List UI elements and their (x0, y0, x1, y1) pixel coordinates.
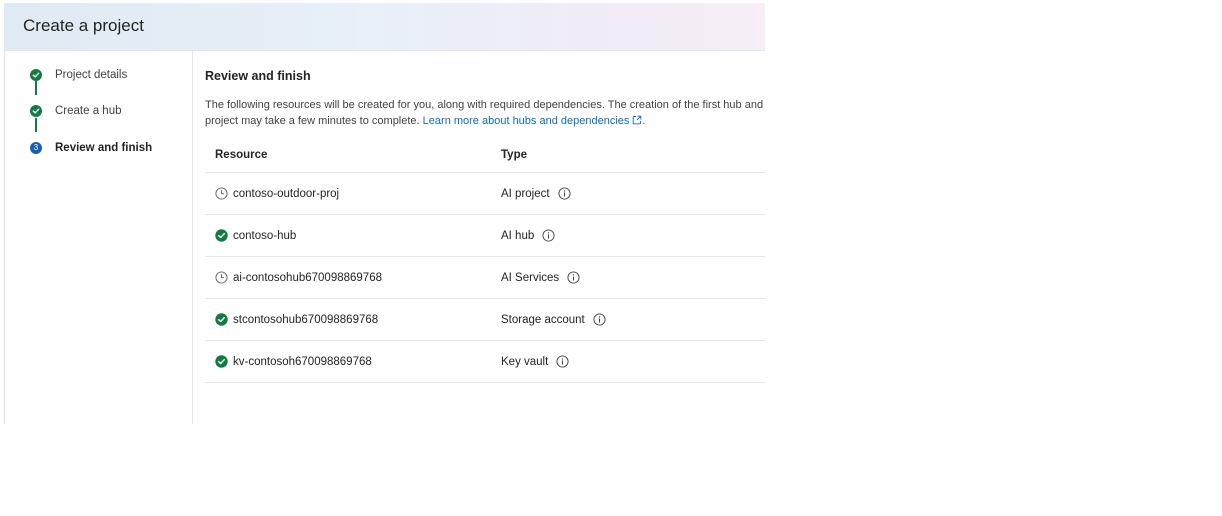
table-row: ai-contosohub670098869768 AI Services (205, 257, 765, 299)
panel-header: Create a project (4, 3, 765, 51)
review-description: The following resources will be created … (205, 97, 765, 130)
type-cell: AI Services (501, 271, 580, 284)
checkmark-circle-icon (215, 313, 228, 326)
info-icon[interactable] (567, 271, 580, 284)
column-header-resource: Resource (215, 149, 268, 161)
page-title: Create a project (23, 16, 144, 35)
table-row: contoso-outdoor-proj AI project (205, 173, 765, 215)
resource-name: ai-contosohub670098869768 (233, 271, 382, 284)
learn-more-link[interactable]: Learn more about hubs and dependencies (423, 115, 643, 127)
step-label: Create a hub (55, 105, 122, 117)
resource-cell: ai-contosohub670098869768 (215, 271, 382, 284)
external-link-icon (632, 114, 642, 130)
step-review-and-finish[interactable]: 3 Review and finish (30, 138, 152, 158)
info-icon[interactable] (558, 187, 571, 200)
clock-icon (215, 187, 228, 200)
column-header-type: Type (501, 149, 527, 161)
panel-left-border (4, 51, 5, 424)
resource-type: Key vault (501, 355, 549, 368)
type-cell: AI hub (501, 229, 555, 242)
table-row: stcontosohub670098869768 Storage account (205, 299, 765, 341)
description-period: . (642, 115, 646, 127)
learn-more-link-text: Learn more about hubs and dependencies (422, 115, 630, 127)
type-cell: Storage account (501, 313, 606, 326)
resource-name: stcontosohub670098869768 (233, 313, 379, 326)
step-number-badge: 3 (30, 142, 42, 154)
clock-icon (215, 271, 228, 284)
section-title: Review and finish (205, 69, 311, 83)
resource-cell: contoso-outdoor-proj (215, 187, 339, 200)
resources-table: Resource Type contoso-outdoor-proj AI pr… (205, 141, 765, 383)
create-project-panel: Create a project Project details Create … (4, 3, 765, 424)
step-connector (35, 118, 37, 132)
resource-name: contoso-hub (233, 229, 297, 242)
type-cell: Key vault (501, 355, 569, 368)
resource-type: AI project (501, 187, 550, 200)
table-header-row: Resource Type (205, 141, 765, 173)
resource-type: AI Services (501, 271, 560, 284)
resource-name: contoso-outdoor-proj (233, 187, 340, 200)
step-checkmark-icon (30, 69, 42, 81)
table-row: kv-contosoh670098869768 Key vault (205, 341, 765, 383)
info-icon[interactable] (556, 355, 569, 368)
resource-cell: contoso-hub (215, 229, 296, 242)
step-project-details[interactable]: Project details (30, 65, 127, 85)
wizard-divider (192, 51, 193, 424)
resource-type: AI hub (501, 229, 535, 242)
info-icon[interactable] (593, 313, 606, 326)
checkmark-circle-icon (215, 229, 228, 242)
step-label: Review and finish (55, 142, 153, 154)
step-label: Project details (55, 69, 128, 81)
step-checkmark-icon (30, 105, 42, 117)
resource-name: kv-contosoh670098869768 (233, 355, 372, 368)
step-connector (35, 81, 37, 95)
table-row: contoso-hub AI hub (205, 215, 765, 257)
info-icon[interactable] (542, 229, 555, 242)
checkmark-circle-icon (215, 355, 228, 368)
step-create-hub[interactable]: Create a hub (30, 101, 122, 121)
resource-type: Storage account (501, 313, 585, 326)
resource-cell: kv-contosoh670098869768 (215, 355, 372, 368)
type-cell: AI project (501, 187, 571, 200)
resource-cell: stcontosohub670098869768 (215, 313, 378, 326)
